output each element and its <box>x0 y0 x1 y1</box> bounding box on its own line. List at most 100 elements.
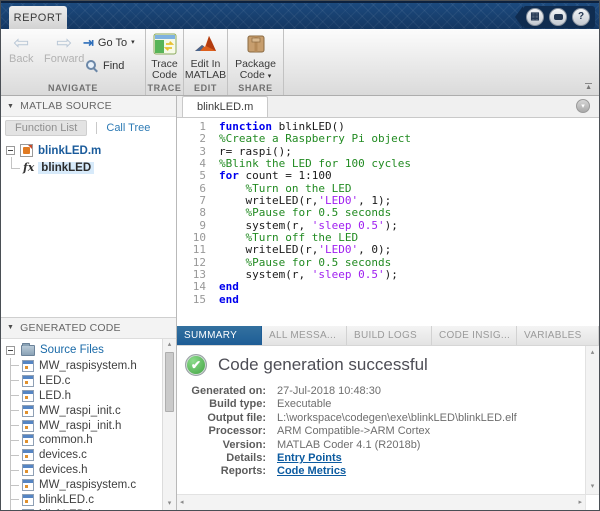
line-number: 5 <box>177 170 206 182</box>
trace-code-icon <box>153 33 177 55</box>
ribbon-section-empty <box>284 29 599 95</box>
summary-bottom-bar: ◂ ▸ <box>177 494 599 510</box>
tree-item-generated-file[interactable]: LED.h <box>3 388 162 403</box>
tree-connector <box>10 388 22 403</box>
tree-item-source-file[interactable]: blinkLED.m <box>3 142 174 159</box>
left-panel: ▼ MATLAB SOURCE Function List Call Tree … <box>1 96 177 510</box>
tree-item-function[interactable]: fx blinkLED <box>3 159 174 176</box>
tree-item-generated-file[interactable]: MW_raspi_init.h <box>3 418 162 433</box>
line-number: 2 <box>177 133 206 145</box>
feedback-bubble-icon[interactable] <box>549 8 567 26</box>
tree-item-source-files-root[interactable]: Source Files <box>3 342 162 359</box>
result-tab-summary[interactable]: SUMMARY <box>177 326 262 345</box>
file-name: MW_raspi_init.h <box>39 420 121 432</box>
scroll-left-icon[interactable]: ◂ <box>180 497 184 509</box>
file-name: common.h <box>39 434 93 446</box>
tree-item-generated-file[interactable]: MW_raspisystem.c <box>3 478 162 493</box>
generated-files-list: MW_raspisystem.hLED.cLED.hMW_raspi_init.… <box>3 359 162 511</box>
summary-link[interactable]: Entry Points <box>277 452 342 464</box>
collapse-box-icon[interactable] <box>6 146 15 155</box>
summary-row-value: Executable <box>277 398 585 411</box>
generated-code-header[interactable]: ▼ GENERATED CODE <box>1 317 176 339</box>
source-file-icon <box>22 509 34 510</box>
package-box-icon <box>245 33 267 55</box>
summary-row-label: Details: <box>184 452 266 465</box>
code-viewer[interactable]: 1function blinkLED()2%Create a Raspberry… <box>177 118 599 326</box>
line-number: 15 <box>177 294 206 306</box>
summary-row-label: Output file: <box>184 412 266 425</box>
package-code-button[interactable]: Package Code ▾ <box>228 33 283 81</box>
scrollbar-thumb[interactable] <box>165 352 174 412</box>
tree-item-generated-file[interactable]: LED.c <box>3 373 162 388</box>
tree-connector <box>10 478 22 493</box>
tab-function-list[interactable]: Function List <box>5 120 87 136</box>
summary-horizontal-scrollbar[interactable]: ◂ ▸ <box>177 495 585 510</box>
result-tab-all-messa[interactable]: ALL MESSA... <box>262 326 347 345</box>
tree-item-generated-file[interactable]: blinkLED.h <box>3 507 162 510</box>
summary-link[interactable]: Code Metrics <box>277 465 346 477</box>
editor-tab-blinkled[interactable]: blinkLED.m <box>182 96 268 117</box>
scroll-right-icon[interactable]: ▸ <box>578 497 582 509</box>
forward-arrow-icon: ⇨ <box>44 35 84 53</box>
scroll-down-icon[interactable]: ▾ <box>591 481 595 493</box>
tab-report[interactable]: REPORT <box>9 6 67 29</box>
find-button[interactable]: Find <box>85 59 124 72</box>
file-name: blinkLED.h <box>39 509 95 510</box>
result-tab-variables[interactable]: VARIABLES <box>517 326 599 345</box>
line-number: 14 <box>177 281 206 293</box>
summary-section: ✔ Code generation successful Generated o… <box>177 346 599 494</box>
tree-connector <box>10 373 22 388</box>
summary-vertical-scrollbar[interactable]: ▴ ▾ <box>585 346 599 494</box>
source-file-icon <box>22 360 34 372</box>
scroll-up-icon[interactable]: ▴ <box>591 347 595 359</box>
tree-item-generated-file[interactable]: MW_raspi_init.c <box>3 403 162 418</box>
summary-row-label: Processor: <box>184 425 266 438</box>
tree-item-generated-file[interactable]: MW_raspisystem.h <box>3 359 162 374</box>
summary-row-value: ARM Compatible->ARM Cortex <box>277 425 585 438</box>
summary-row-label: Build type: <box>184 398 266 411</box>
trace-code-button[interactable]: Trace Code <box>146 33 183 81</box>
result-tab-build-logs[interactable]: BUILD LOGS <box>347 326 432 345</box>
tab-options-icon[interactable]: ▾ <box>576 99 590 113</box>
collapse-box-icon[interactable] <box>6 346 15 355</box>
matlab-file-icon <box>20 144 33 157</box>
layout-grid-icon[interactable]: ▦ <box>526 8 544 26</box>
generated-files-tree: Source Files MW_raspisystem.hLED.cLED.hM… <box>1 339 162 511</box>
result-tab-code-insig[interactable]: CODE INSIG... <box>432 326 517 345</box>
tree-connector <box>10 492 22 507</box>
goto-button[interactable]: ⇥ Go To ▾ <box>83 36 135 49</box>
back-button[interactable]: ⇦ Back <box>9 35 33 65</box>
tree-connector <box>11 160 23 176</box>
tree-item-generated-file[interactable]: devices.c <box>3 448 162 463</box>
source-file-icon <box>22 494 34 506</box>
scroll-down-icon[interactable]: ▾ <box>168 498 172 510</box>
code-line: 13 system(r, 'sleep 0.5'); <box>177 269 599 281</box>
minimize-ribbon-icon[interactable]: ▲ <box>585 83 592 91</box>
tree-connector <box>10 418 22 433</box>
tree-item-generated-file[interactable]: devices.h <box>3 463 162 478</box>
code-generation-report-window: REPORT ▦ ? ⇦ Back ⇨ Forward ⇥ <box>0 0 600 511</box>
section-label-trace: TRACE <box>146 81 183 95</box>
tree-item-generated-file[interactable]: common.h <box>3 433 162 448</box>
summary-title: Code generation successful <box>218 355 428 375</box>
right-panel: blinkLED.m ▾ 1function blinkLED()2%Creat… <box>177 96 599 510</box>
line-number: 8 <box>177 207 206 219</box>
file-name: devices.c <box>39 449 87 461</box>
tab-call-tree[interactable]: Call Tree <box>106 122 150 134</box>
scroll-up-icon[interactable]: ▴ <box>168 339 172 351</box>
matlab-source-header[interactable]: ▼ MATLAB SOURCE <box>1 96 176 117</box>
search-icon <box>85 59 98 72</box>
edit-in-matlab-button[interactable]: Edit In MATLAB <box>184 33 227 81</box>
source-view-tabs: Function List Call Tree <box>1 117 176 139</box>
help-icon[interactable]: ? <box>572 8 590 26</box>
generated-code-area: Source Files MW_raspisystem.hLED.cLED.hM… <box>1 339 176 511</box>
ribbon-toolbar: ⇦ Back ⇨ Forward ⇥ Go To ▾ Find NAVIGATE <box>1 29 599 96</box>
forward-button[interactable]: ⇨ Forward <box>44 35 84 65</box>
generated-tree-scrollbar[interactable]: ▴ ▾ <box>162 339 176 511</box>
collapse-triangle-icon: ▼ <box>7 324 14 331</box>
summary-row-label: Generated on: <box>184 385 266 398</box>
summary-heading: ✔ Code generation successful <box>185 354 585 376</box>
section-label-share: SHARE <box>228 81 283 95</box>
source-file-icon <box>22 390 34 402</box>
tree-item-generated-file[interactable]: blinkLED.c <box>3 493 162 508</box>
